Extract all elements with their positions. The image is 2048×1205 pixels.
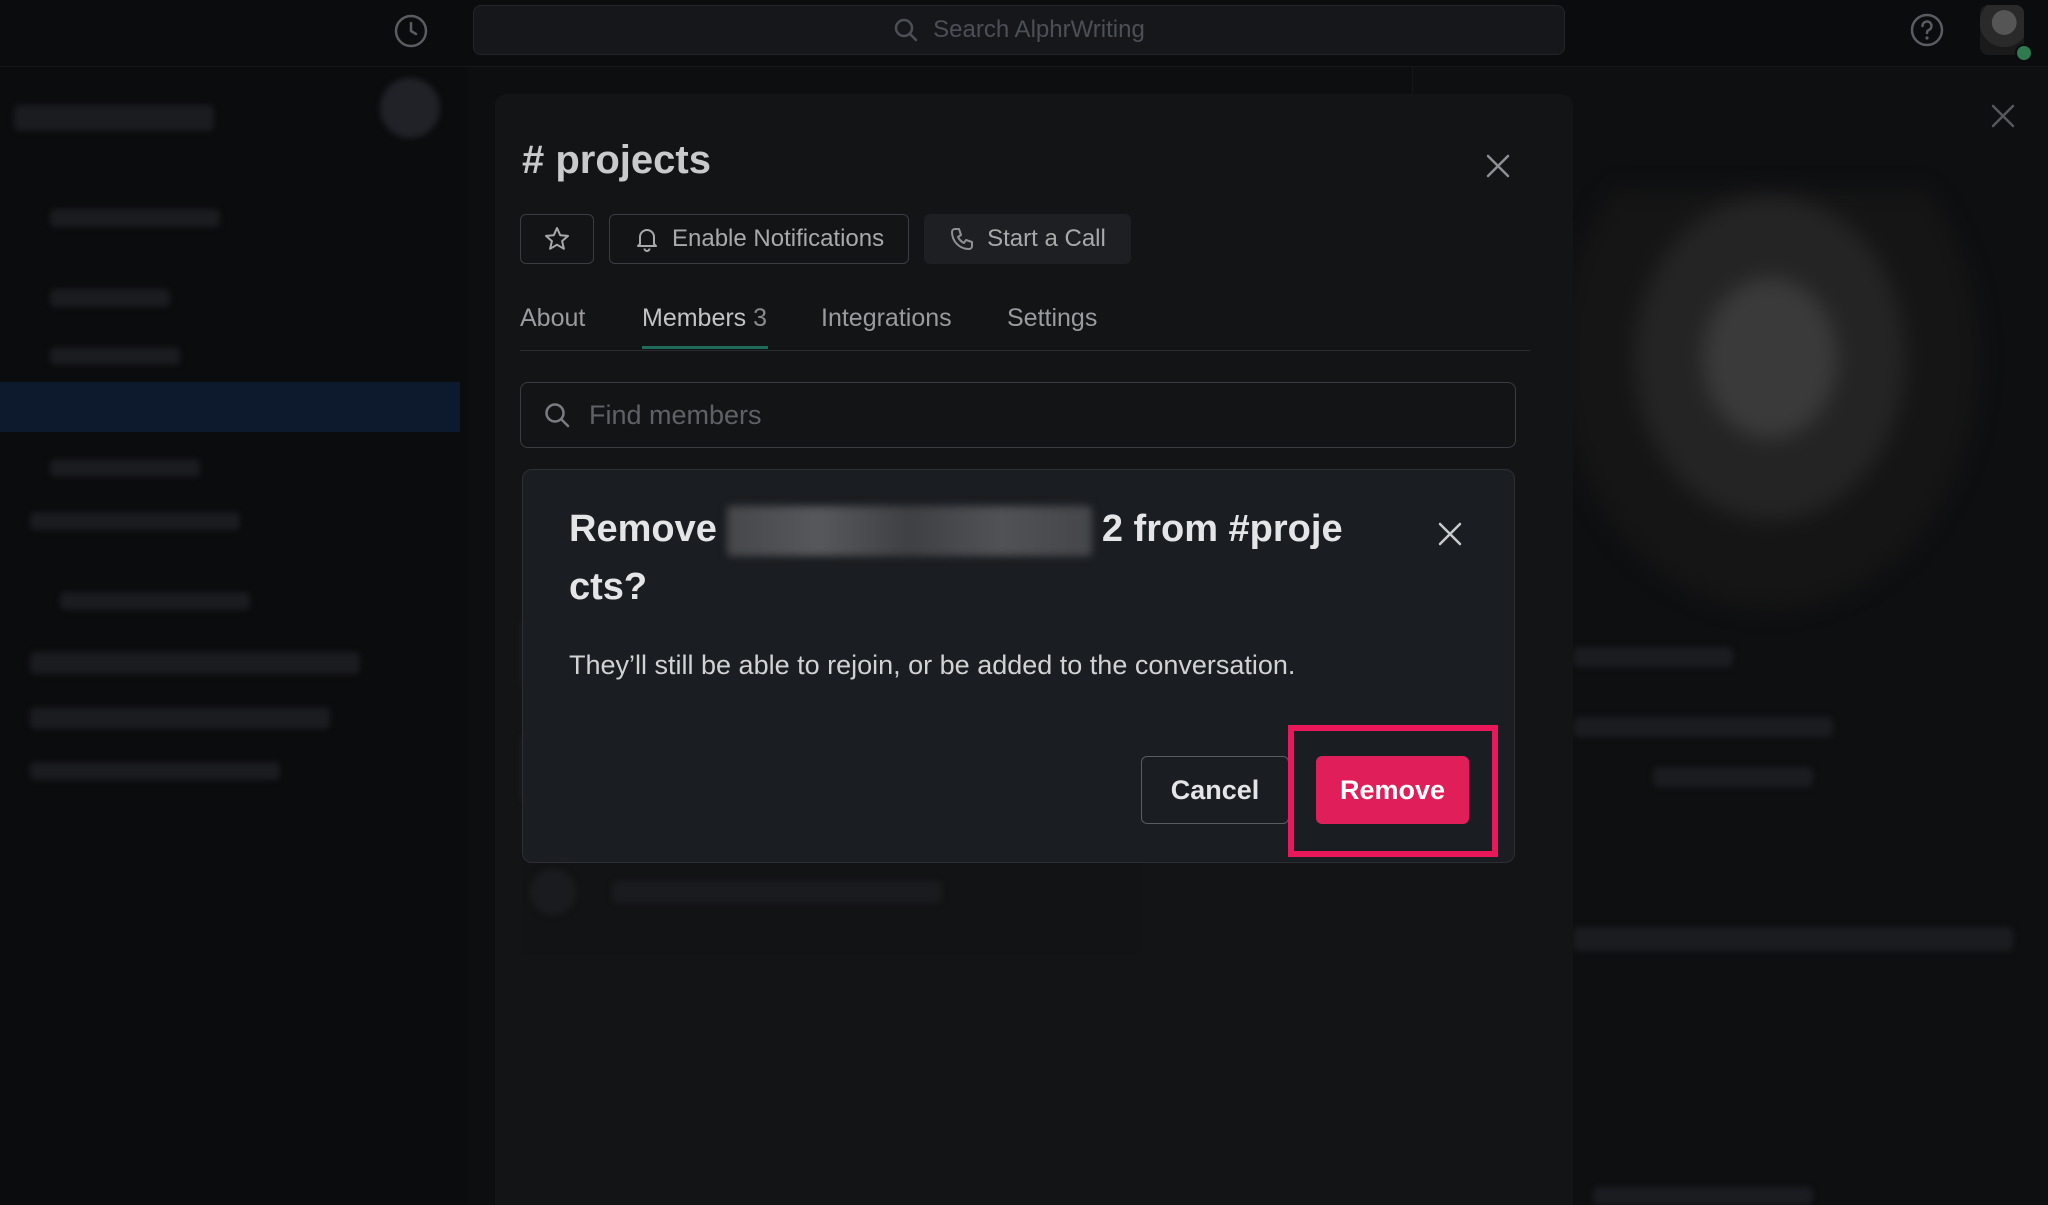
tab-members[interactable]: Members 3 bbox=[642, 304, 767, 333]
cancel-button[interactable]: Cancel bbox=[1141, 756, 1289, 824]
close-icon[interactable] bbox=[1985, 98, 2021, 134]
enable-notifications-label: Enable Notifications bbox=[672, 225, 885, 252]
redacted-member-name bbox=[726, 505, 1092, 556]
workspace-avatar bbox=[380, 78, 440, 138]
tab-integrations[interactable]: Integrations bbox=[821, 304, 952, 333]
help-circle-icon[interactable] bbox=[1909, 12, 1945, 48]
close-icon[interactable] bbox=[1480, 148, 1516, 184]
tab-members-label: Members bbox=[642, 304, 747, 332]
star-icon bbox=[543, 225, 571, 253]
find-members-input[interactable]: Find members bbox=[520, 382, 1516, 448]
bell-icon bbox=[634, 226, 660, 252]
search-icon bbox=[543, 401, 571, 429]
sidebar-selected-item bbox=[0, 382, 460, 432]
enable-notifications-button[interactable]: Enable Notifications bbox=[609, 214, 910, 264]
dialog-title: Remove 2 from #proje cts? bbox=[569, 500, 1399, 616]
star-channel-button[interactable] bbox=[520, 214, 594, 264]
active-tab-indicator bbox=[642, 346, 768, 349]
phone-icon bbox=[949, 226, 975, 252]
dialog-message: They’ll still be able to rejoin, or be a… bbox=[569, 650, 1296, 680]
dialog-title-prefix: Remove bbox=[569, 508, 717, 550]
tab-settings[interactable]: Settings bbox=[1007, 304, 1097, 333]
clock-icon[interactable] bbox=[393, 13, 429, 49]
member-row-dimmed bbox=[522, 855, 1142, 955]
top-bar: Search AlphrWriting bbox=[0, 0, 2048, 67]
presence-status-dot bbox=[2015, 44, 2033, 62]
channel-tabs: About Members 3 Integrations Settings bbox=[520, 296, 1530, 351]
find-members-placeholder: Find members bbox=[589, 399, 762, 430]
members-count: 3 bbox=[753, 304, 768, 332]
start-call-button[interactable]: Start a Call bbox=[924, 214, 1131, 264]
channel-action-buttons: Enable Notifications Start a Call bbox=[520, 214, 1131, 266]
sidebar-dimmed bbox=[0, 67, 468, 1205]
workspace-search-bar[interactable]: Search AlphrWriting bbox=[473, 5, 1565, 55]
search-placeholder: Search AlphrWriting bbox=[933, 16, 1145, 43]
profile-photo-blurred bbox=[1560, 190, 1980, 610]
close-icon[interactable] bbox=[1432, 516, 1468, 552]
tab-about[interactable]: About bbox=[520, 304, 585, 333]
start-call-label: Start a Call bbox=[987, 225, 1106, 252]
search-icon bbox=[893, 17, 919, 43]
channel-title: # projects bbox=[522, 138, 711, 182]
highlight-annotation-box bbox=[1288, 725, 1498, 857]
